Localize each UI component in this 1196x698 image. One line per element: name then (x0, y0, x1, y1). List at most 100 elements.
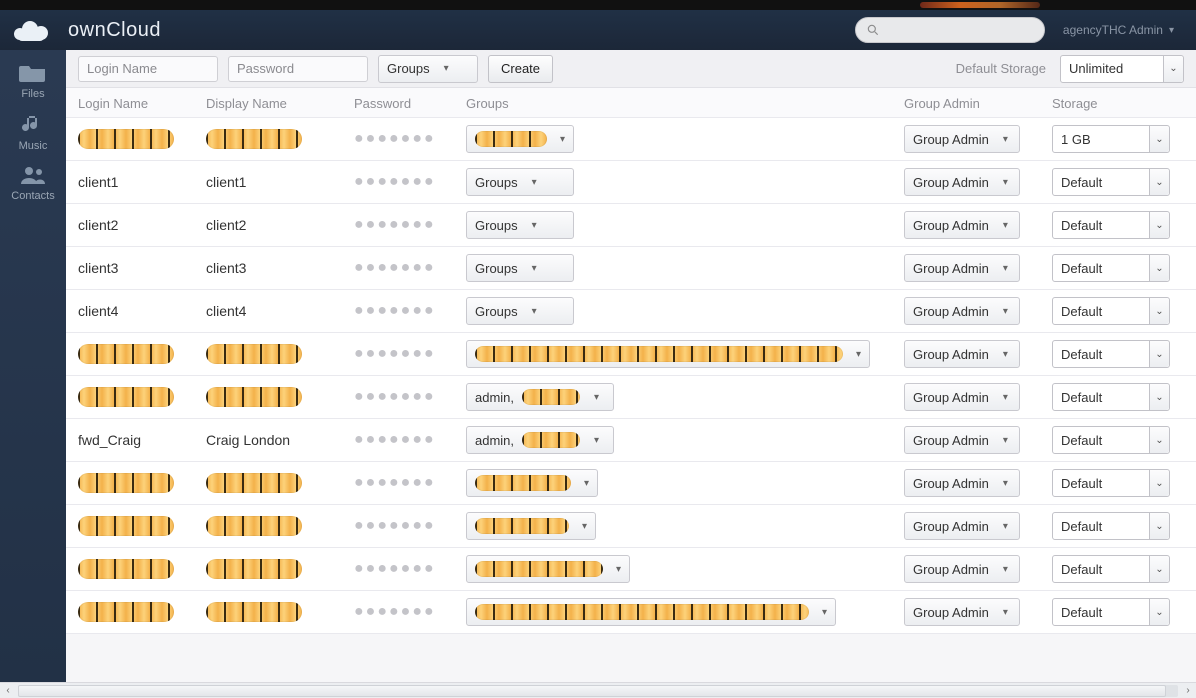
row-groups-dropdown[interactable]: ▾ (466, 555, 630, 583)
login-name[interactable]: client1 (78, 174, 118, 190)
login-name[interactable]: client4 (78, 303, 118, 319)
row-groups-dropdown[interactable]: admin, ▾ (466, 383, 614, 411)
groups-dropdown[interactable]: Groups ▾ (378, 55, 478, 83)
redacted-text (78, 602, 174, 622)
row-storage-select[interactable]: Default ⌄ (1052, 383, 1170, 411)
cell-password[interactable]: ●●●●●●● (354, 388, 466, 406)
row-groups-dropdown[interactable]: Groups ▾ (466, 211, 574, 239)
login-name-input[interactable] (78, 56, 218, 82)
chevron-down-icon: ▾ (532, 177, 537, 188)
row-groups-dropdown[interactable]: Groups ▾ (466, 168, 574, 196)
cell-password[interactable]: ●●●●●●● (354, 474, 466, 492)
row-groups-dropdown[interactable]: admin, ▾ (466, 426, 614, 454)
chevron-down-icon: ▾ (444, 63, 449, 74)
row-group-admin-dropdown[interactable]: Group Admin ▾ (904, 555, 1020, 583)
select-arrow: ⌄ (1149, 470, 1169, 496)
row-groups-dropdown[interactable]: ▾ (466, 340, 870, 368)
cell-login (78, 559, 206, 579)
password-input[interactable] (228, 56, 368, 82)
scroll-thumb[interactable] (18, 685, 1166, 697)
login-name[interactable]: client2 (78, 217, 118, 233)
row-storage-select[interactable]: Default ⌄ (1052, 555, 1170, 583)
row-groups-dropdown[interactable]: Groups ▾ (466, 297, 574, 325)
login-name[interactable]: fwd_Craig (78, 432, 141, 448)
row-groups-dropdown[interactable]: ▾ (466, 469, 598, 497)
display-name[interactable]: client1 (206, 174, 246, 190)
display-name[interactable]: Craig London (206, 432, 290, 448)
horizontal-scrollbar[interactable]: ‹ › (0, 682, 1196, 698)
display-name[interactable]: client3 (206, 260, 246, 276)
row-groups-dropdown[interactable]: ▾ (466, 598, 836, 626)
chevron-down-icon: ▾ (822, 607, 827, 618)
scroll-track[interactable] (18, 685, 1178, 697)
chevron-down-icon: ▾ (584, 478, 589, 489)
row-group-admin-dropdown[interactable]: Group Admin ▾ (904, 426, 1020, 454)
cell-storage: Default ⌄ (1052, 383, 1170, 411)
row-group-admin-dropdown[interactable]: Group Admin ▾ (904, 211, 1020, 239)
row-groups-dropdown[interactable]: ▾ (466, 512, 596, 540)
sidebar-item-music[interactable]: Music (19, 112, 48, 152)
cell-password[interactable]: ●●●●●●● (354, 130, 466, 148)
cell-password[interactable]: ●●●●●●● (354, 173, 466, 191)
table-row: client4 client4 ●●●●●●● Groups ▾ Group A… (66, 290, 1196, 333)
sidebar-item-contacts[interactable]: Contacts (11, 164, 54, 202)
cell-password[interactable]: ●●●●●●● (354, 216, 466, 234)
search-input[interactable] (855, 17, 1045, 43)
sidebar-item-files[interactable]: Files (19, 60, 47, 100)
row-group-admin-dropdown[interactable]: Group Admin ▾ (904, 340, 1020, 368)
row-storage-select[interactable]: Default ⌄ (1052, 426, 1170, 454)
cell-password[interactable]: ●●●●●●● (354, 302, 466, 320)
row-group-admin-dropdown[interactable]: Group Admin ▾ (904, 383, 1020, 411)
row-storage-select[interactable]: Default ⌄ (1052, 512, 1170, 540)
chevron-down-icon: ▾ (1169, 25, 1174, 36)
select-arrow: ⌄ (1149, 513, 1169, 539)
cell-password[interactable]: ●●●●●●● (354, 603, 466, 621)
redacted-text (475, 475, 571, 491)
cell-group-admin: Group Admin ▾ (904, 598, 1052, 626)
cell-group-admin: Group Admin ▾ (904, 469, 1052, 497)
row-storage-select[interactable]: 1 GB ⌄ (1052, 125, 1170, 153)
chevron-down-icon: ▾ (1003, 607, 1008, 618)
login-name[interactable]: client3 (78, 260, 118, 276)
cell-password[interactable]: ●●●●●●● (354, 259, 466, 277)
row-storage-select[interactable]: Default ⌄ (1052, 211, 1170, 239)
table-row: fwd_Craig Craig London ●●●●●●● admin, ▾ … (66, 419, 1196, 462)
row-group-admin-dropdown[interactable]: Group Admin ▾ (904, 598, 1020, 626)
row-storage-select[interactable]: Default ⌄ (1052, 254, 1170, 282)
redacted-text (78, 559, 174, 579)
scroll-left-button[interactable]: ‹ (0, 684, 16, 698)
row-groups-dropdown[interactable]: Groups ▾ (466, 254, 574, 282)
scroll-right-button[interactable]: › (1180, 684, 1196, 698)
cell-password[interactable]: ●●●●●●● (354, 431, 466, 449)
row-group-admin-dropdown[interactable]: Group Admin ▾ (904, 125, 1020, 153)
create-button[interactable]: Create (488, 55, 553, 83)
cell-password[interactable]: ●●●●●●● (354, 345, 466, 363)
row-storage-select[interactable]: Default ⌄ (1052, 598, 1170, 626)
cell-password[interactable]: ●●●●●●● (354, 517, 466, 535)
chevron-down-icon: ▾ (1003, 306, 1008, 317)
cell-storage: Default ⌄ (1052, 512, 1170, 540)
row-storage-select[interactable]: Default ⌄ (1052, 168, 1170, 196)
row-groups-dropdown[interactable]: ▾ (466, 125, 574, 153)
row-group-admin-dropdown[interactable]: Group Admin ▾ (904, 469, 1020, 497)
select-arrow: ⌄ (1163, 56, 1183, 82)
dropdown-label: Group Admin (913, 605, 989, 620)
row-storage-select[interactable]: Default ⌄ (1052, 469, 1170, 497)
redacted-text (78, 473, 174, 493)
chevron-down-icon: ▾ (594, 392, 599, 403)
brand-logo[interactable]: ownCloud (8, 16, 161, 44)
files-icon (19, 60, 47, 84)
row-storage-select[interactable]: Default ⌄ (1052, 340, 1170, 368)
row-group-admin-dropdown[interactable]: Group Admin ▾ (904, 254, 1020, 282)
display-name[interactable]: client4 (206, 303, 246, 319)
row-group-admin-dropdown[interactable]: Group Admin ▾ (904, 512, 1020, 540)
search-icon (866, 23, 880, 37)
default-storage-select[interactable]: Unlimited ⌄ (1060, 55, 1184, 83)
row-group-admin-dropdown[interactable]: Group Admin ▾ (904, 297, 1020, 325)
user-menu[interactable]: agencyTHC Admin ▾ (1063, 23, 1174, 37)
row-group-admin-dropdown[interactable]: Group Admin ▾ (904, 168, 1020, 196)
table-row: client1 client1 ●●●●●●● Groups ▾ Group A… (66, 161, 1196, 204)
display-name[interactable]: client2 (206, 217, 246, 233)
row-storage-select[interactable]: Default ⌄ (1052, 297, 1170, 325)
cell-password[interactable]: ●●●●●●● (354, 560, 466, 578)
